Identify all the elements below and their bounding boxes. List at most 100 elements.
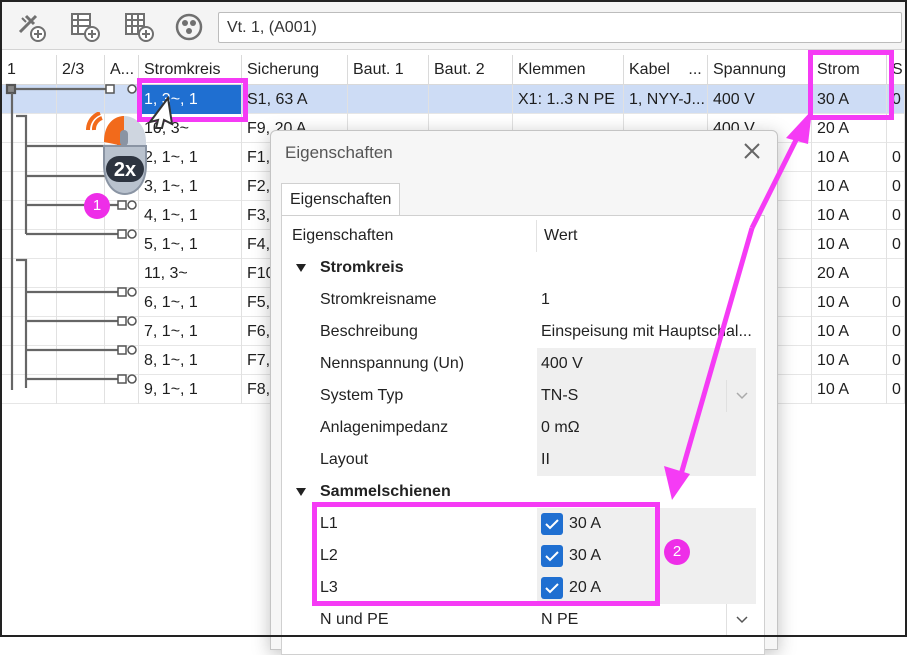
cell-sicherung[interactable]: S1, 63 A <box>242 85 348 114</box>
cell-strom[interactable]: 20 A <box>812 259 887 288</box>
busbar-row: L3 20 A <box>282 572 764 604</box>
property-name: Anlagenimpedanz <box>320 419 449 436</box>
npe-dropdown-button[interactable] <box>726 604 756 636</box>
property-value[interactable]: 0 mΩ <box>537 412 756 444</box>
group-sammelschienen[interactable]: Sammelschienen <box>282 476 764 508</box>
busbar-name: L3 <box>320 579 338 596</box>
add-grid-icon <box>125 13 154 42</box>
cell-stromkreis[interactable]: 4, 1~, 1 <box>139 201 242 230</box>
cell-s[interactable] <box>887 114 905 143</box>
busbar-checkbox[interactable] <box>541 577 563 599</box>
cell-s[interactable]: 0 <box>887 346 905 375</box>
dialog-title: Eigenschaften <box>285 143 393 162</box>
col-header-kabel-label: Kabel <box>629 61 670 78</box>
collapse-triangle-icon[interactable] <box>296 488 306 496</box>
cell-s[interactable]: 0 <box>887 201 905 230</box>
col-header-strom[interactable]: Strom <box>812 55 887 85</box>
close-icon[interactable] <box>741 140 763 162</box>
mouse-cursor-icon <box>147 96 174 129</box>
col-header-baut-1[interactable]: Baut. 1 <box>348 55 429 85</box>
circuit-symbol-icon <box>175 13 203 41</box>
col-header-baut-2[interactable]: Baut. 2 <box>429 55 513 85</box>
busbar-checkbox[interactable] <box>541 545 563 567</box>
cell-s[interactable]: 0 <box>887 375 905 404</box>
cell-s[interactable]: 0 <box>887 85 905 114</box>
checkmark-icon <box>545 583 559 594</box>
col-header-s[interactable]: S <box>887 55 905 85</box>
property-row: Beschreibung Einspeisung mit Hauptschal..… <box>282 316 764 348</box>
group-stromkreis[interactable]: Stromkreis <box>282 252 764 284</box>
cell-stromkreis[interactable]: 7, 1~, 1 <box>139 317 242 346</box>
cell-s[interactable]: 0 <box>887 172 905 201</box>
cell-strom[interactable]: 10 A <box>812 230 887 259</box>
collapse-triangle-icon[interactable] <box>296 264 306 272</box>
col-header-kabel[interactable]: Kabel ... <box>624 55 708 85</box>
cell-strom[interactable]: 10 A <box>812 143 887 172</box>
property-name: System Typ <box>320 387 404 404</box>
busbar-row: L1 30 A <box>282 508 764 540</box>
cell-empty[interactable] <box>429 85 513 114</box>
circuit-tree-lines <box>5 83 137 390</box>
busbar-value: 20 A <box>537 572 756 604</box>
chevron-down-icon <box>735 392 748 400</box>
property-value[interactable]: II <box>537 444 756 476</box>
cell-empty[interactable] <box>348 85 429 114</box>
add-table-button[interactable] <box>66 8 104 46</box>
property-value-text: 400 V <box>541 355 583 372</box>
col-header-klemmen[interactable]: Klemmen <box>513 55 624 85</box>
property-name: N und PE <box>320 611 389 628</box>
property-value[interactable]: 400 V <box>537 348 756 380</box>
cell-stromkreis[interactable]: 6, 1~, 1 <box>139 288 242 317</box>
col-header-sicherung[interactable]: Sicherung <box>242 55 348 85</box>
path-input[interactable]: Vt. 1, (A001) <box>218 12 902 43</box>
circuit-symbol-button[interactable] <box>170 8 208 46</box>
cell-klemmen[interactable]: X1: 1..3 N PE <box>513 85 624 114</box>
cell-strom[interactable]: 30 A <box>812 85 887 114</box>
add-tool-button[interactable] <box>12 8 50 46</box>
cell-s[interactable]: 0 <box>887 143 905 172</box>
property-value-text: 0 mΩ <box>541 419 580 436</box>
toolbar: Vt. 1, (A001) <box>2 2 905 50</box>
cell-stromkreis[interactable]: 11, 3~ <box>139 259 242 288</box>
cell-strom[interactable]: 10 A <box>812 317 887 346</box>
cell-kabel[interactable]: 1, NYY-J... <box>624 85 708 114</box>
cell-s[interactable] <box>887 259 905 288</box>
property-value[interactable]: 1 <box>537 284 756 316</box>
cell-strom[interactable]: 10 A <box>812 288 887 317</box>
group-sammelschienen-label: Sammelschienen <box>320 483 451 500</box>
cell-s[interactable]: 0 <box>887 317 905 346</box>
col-header-stromkreis[interactable]: Stromkreis <box>139 55 242 85</box>
cell-s[interactable]: 0 <box>887 288 905 317</box>
busbar-name: L2 <box>320 547 338 564</box>
cell-spannung[interactable]: 400 V <box>708 85 812 114</box>
cell-strom[interactable]: 10 A <box>812 172 887 201</box>
cell-stromkreis[interactable]: 8, 1~, 1 <box>139 346 242 375</box>
property-row-n-pe: N und PE N PE <box>282 604 764 636</box>
col-header-spannung[interactable]: Spannung <box>708 55 812 85</box>
tab-eigenschaften[interactable]: Eigenschaften <box>281 183 401 215</box>
busbar-value: 30 A <box>537 508 756 540</box>
cell-strom[interactable]: 10 A <box>812 346 887 375</box>
cell-stromkreis[interactable]: 9, 1~, 1 <box>139 375 242 404</box>
cell-strom[interactable]: 10 A <box>812 375 887 404</box>
cell-s[interactable]: 0 <box>887 230 905 259</box>
busbar-current: 30 A <box>569 515 602 532</box>
busbar-row: L2 30 A <box>282 540 764 572</box>
property-row: Nennspannung (Un) 400 V <box>282 348 764 380</box>
system-typ-dropdown-button[interactable] <box>726 380 756 412</box>
property-row: Anlagenimpedanz 0 mΩ <box>282 412 764 444</box>
add-grid-button[interactable] <box>120 8 158 46</box>
cell-strom[interactable]: 20 A <box>812 114 887 143</box>
property-value[interactable]: Einspeisung mit Hauptschal... <box>537 316 756 348</box>
busbar-checkbox[interactable] <box>541 513 563 535</box>
col-eigenschaften: Eigenschaften <box>292 227 394 244</box>
property-value-text: II <box>541 451 550 468</box>
property-grid-header: Eigenschaften Wert <box>282 220 764 252</box>
npe-select-value: N PE <box>541 611 579 628</box>
property-name: Nennspannung (Un) <box>320 355 465 372</box>
cell-stromkreis[interactable]: 5, 1~, 1 <box>139 230 242 259</box>
property-row: Layout II <box>282 444 764 476</box>
cell-strom[interactable]: 10 A <box>812 201 887 230</box>
property-value[interactable]: TN-S <box>537 380 756 412</box>
npe-select[interactable]: N PE <box>537 604 756 636</box>
